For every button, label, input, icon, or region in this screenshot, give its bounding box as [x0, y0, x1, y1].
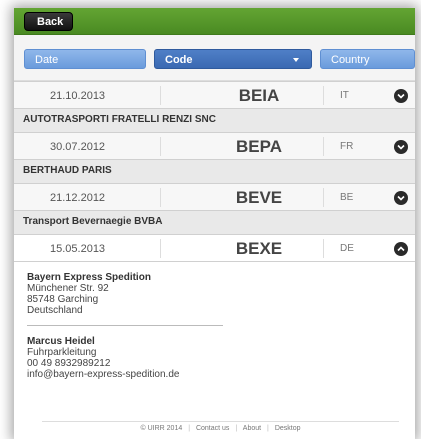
filter-code-label: Code	[165, 54, 193, 66]
chevron-down-icon[interactable]	[394, 89, 408, 103]
footer-copyright: © UIRR 2014	[140, 425, 183, 432]
column-divider	[323, 188, 324, 207]
footer-contact-link[interactable]: Contact us	[196, 425, 229, 432]
detail-city: 85748 Garching	[27, 294, 99, 305]
back-button-label: Back	[37, 16, 64, 28]
detail-contact-role: Fuhrparkleitung	[27, 347, 97, 358]
column-divider	[323, 239, 324, 258]
filter-bar: Date Code Country	[14, 35, 415, 81]
row-country: DE	[340, 243, 354, 254]
top-bar: Back	[14, 8, 415, 35]
row-code: BEIA	[238, 86, 280, 105]
row-country: BE	[340, 192, 354, 203]
row-date: 15.05.2013	[50, 243, 106, 255]
filter-country-label: Country	[331, 54, 370, 66]
filter-code-button[interactable]: Code	[154, 49, 312, 69]
app-frame: Back Date Code Country 21.10.2013 BEIA I…	[14, 8, 415, 439]
chevron-up-icon[interactable]	[394, 242, 408, 256]
column-divider	[160, 239, 161, 258]
company-name-label: BERTHAUD PARIS	[14, 160, 415, 183]
row-code: BEXE	[235, 239, 283, 258]
back-button[interactable]: Back	[24, 12, 74, 31]
list-row-beia[interactable]: 21.10.2013 BEIA IT	[14, 81, 415, 109]
company-name-label: Transport Bevernaegie BVBA	[14, 211, 415, 234]
row-country: FR	[340, 141, 354, 152]
filter-date-label: Date	[35, 54, 59, 66]
detail-contact-name: Marcus Heidel	[27, 336, 95, 347]
list-row-bexe[interactable]: 15.05.2013 BEXE DE	[14, 234, 415, 262]
detail-phone[interactable]: 00 49 8932989212	[27, 358, 415, 369]
list-row-bepa[interactable]: 30.07.2012 BEPA FR	[14, 132, 415, 160]
footer-separator: |	[267, 425, 269, 432]
row-date: 21.12.2012	[50, 192, 106, 204]
footer-separator: |	[188, 425, 191, 432]
dropdown-caret-icon	[293, 58, 299, 62]
detail-email-link[interactable]: info@bayern-express-spedition.de	[27, 369, 415, 380]
chevron-down-icon[interactable]	[394, 140, 408, 154]
company-detail-panel: Bayern Express Spedition Münchener Str. …	[14, 262, 415, 380]
row-date: 21.10.2013	[50, 90, 106, 102]
footer-about-link[interactable]: About	[243, 425, 261, 432]
chevron-down-icon[interactable]	[394, 191, 408, 205]
list-row-beve[interactable]: 21.12.2012 BEVE BE	[14, 183, 415, 211]
column-divider	[160, 188, 161, 207]
detail-country: Deutschland	[27, 305, 83, 316]
footer-desktop-link[interactable]: Desktop	[275, 425, 301, 432]
row-code: BEVE	[235, 188, 283, 207]
row-date: 30.07.2012	[50, 141, 106, 153]
footer-separator: |	[235, 425, 238, 432]
filter-country-button[interactable]: Country	[320, 49, 415, 69]
detail-street: Münchener Str. 92	[27, 283, 109, 294]
column-divider	[323, 137, 324, 156]
column-divider	[160, 86, 161, 105]
filter-date-button[interactable]: Date	[24, 49, 146, 69]
detail-company-name: Bayern Express Spedition	[27, 272, 151, 283]
column-divider	[160, 137, 161, 156]
company-name-label: AUTOTRASPORTI FRATELLI RENZI SNC	[14, 109, 415, 132]
footer: © UIRR 2014 | Contact us | About | Deskt…	[42, 421, 399, 435]
column-divider	[323, 86, 324, 105]
code-list: 21.10.2013 BEIA IT AUTOTRASPORTI FRATELL…	[14, 81, 415, 380]
row-country: IT	[340, 90, 349, 101]
detail-divider	[27, 325, 223, 326]
row-code: BEPA	[236, 137, 282, 156]
